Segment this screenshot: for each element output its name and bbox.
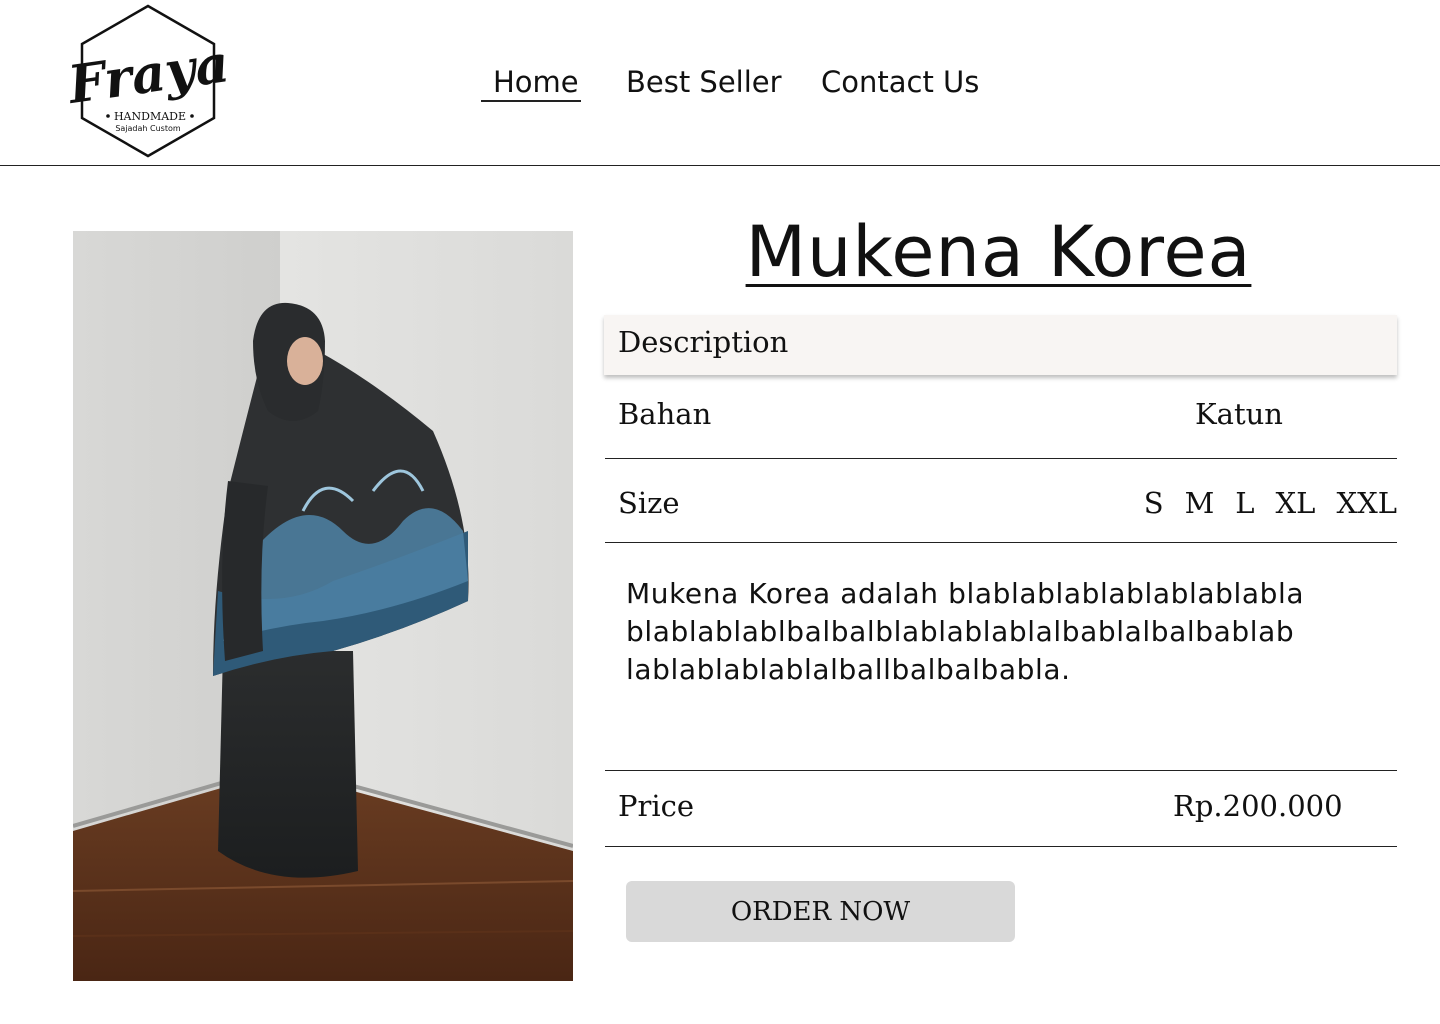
brand-logo[interactable]: Fraya HANDMADE Sajadah Custom — [70, 4, 226, 158]
material-label: Bahan — [618, 397, 712, 431]
description-line: blablablablbalbalblablablablalbablalbalb… — [626, 615, 1295, 648]
product-description: Mukena Korea adalah blablablablablablabl… — [626, 575, 1386, 689]
site-header: Fraya HANDMADE Sajadah Custom Home Best … — [0, 0, 1440, 166]
description-header: Description — [604, 315, 1397, 375]
nav-contact-link[interactable]: Contact Us — [821, 60, 979, 104]
nav-best-seller-link[interactable]: Best Seller — [626, 60, 782, 104]
size-option-s[interactable]: S — [1144, 486, 1164, 520]
size-row: Size S M L XL XXL — [605, 459, 1397, 543]
product-photo — [73, 231, 573, 981]
description-line: lablablablablalballbalbalbabla. — [626, 653, 1071, 686]
description-line: Mukena Korea adalah blablablablablablabl… — [626, 577, 1305, 610]
nav-active-indicator — [481, 100, 581, 102]
order-now-button[interactable]: ORDER NOW — [626, 881, 1015, 942]
price-label: Price — [618, 789, 695, 823]
price-value: Rp.200.000 — [1173, 789, 1343, 823]
size-options: S M L XL XXL — [1144, 486, 1397, 520]
size-option-xxl[interactable]: XXL — [1336, 486, 1397, 520]
material-value: Katun — [1195, 397, 1283, 431]
size-option-xl[interactable]: XL — [1276, 486, 1316, 520]
logo-tagline: HANDMADE — [114, 110, 186, 123]
description-header-label: Description — [618, 325, 789, 359]
product-photo-icon — [73, 231, 573, 981]
material-row: Bahan Katun — [605, 385, 1397, 459]
size-label: Size — [618, 486, 680, 520]
size-option-l[interactable]: L — [1235, 486, 1254, 520]
product-title: Mukena Korea — [745, 211, 1252, 293]
price-row: Price Rp.200.000 — [605, 771, 1397, 847]
logo-subtitle: Sajadah Custom — [115, 124, 181, 133]
logo-script-text: Fraya — [70, 33, 226, 116]
fraya-logo-icon: Fraya HANDMADE Sajadah Custom — [70, 4, 226, 158]
nav-home-link[interactable]: Home — [493, 60, 579, 104]
size-option-m[interactable]: M — [1185, 486, 1215, 520]
